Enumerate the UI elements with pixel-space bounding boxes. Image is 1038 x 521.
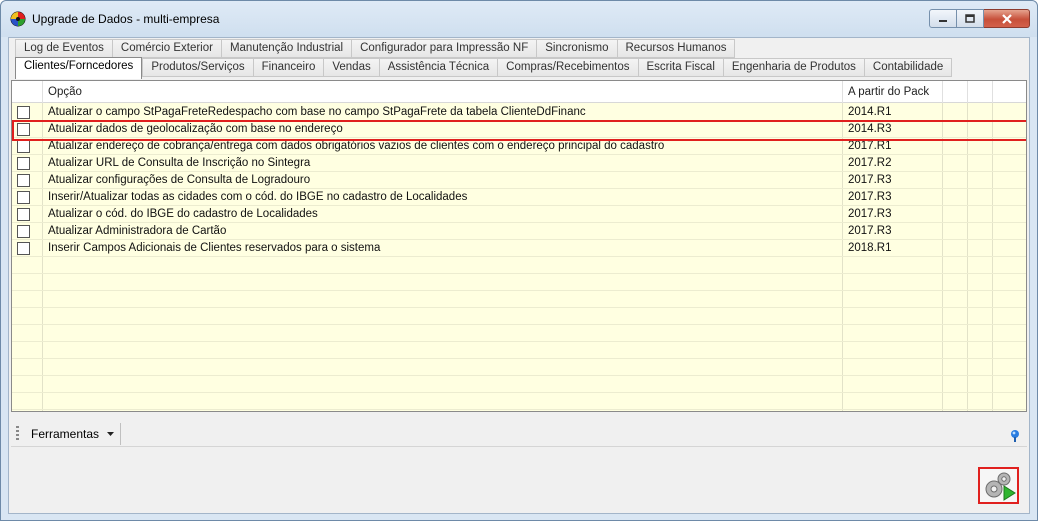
tab-contabilidade[interactable]: Contabilidade [863,58,953,77]
minimize-icon [939,19,947,22]
empty-row [12,393,1026,410]
chevron-down-icon [107,432,115,437]
row-pack-text: 2014.R3 [848,123,892,135]
table-row[interactable]: Atualizar Administradora de Cartão 2017.… [12,223,1026,240]
tab-log-eventos[interactable]: Log de Eventos [15,39,112,58]
gears-run-icon [985,472,1016,501]
tab-compras-recebimentos[interactable]: Compras/Recebimentos [497,58,638,77]
tab-escrita-fiscal[interactable]: Escrita Fiscal [637,58,723,77]
row-checkbox[interactable] [17,123,30,136]
tab-produtos-servicos[interactable]: Produtos/Serviços [142,58,253,77]
table-row[interactable]: Atualizar configurações de Consulta de L… [12,172,1026,189]
header-option[interactable]: Opção [48,86,82,98]
tab-comercio-exterior[interactable]: Comércio Exterior [111,39,221,58]
table-row[interactable]: Inserir Campos Adicionais de Clientes re… [12,240,1026,257]
empty-row [12,325,1026,342]
ferramentas-dropdown[interactable]: Ferramentas [25,423,122,445]
row-option-text: Inserir/Atualizar todas as cidades com o… [48,191,468,203]
row-option-text: Atualizar dados de geolocalização com ba… [48,123,343,135]
table-row[interactable]: Atualizar URL de Consulta de Inscrição n… [12,155,1026,172]
header-divider [992,81,993,103]
table-row[interactable]: Atualizar endereço de cobrança/entrega c… [12,138,1026,155]
tab-row-1: Log de Eventos Comércio Exterior Manuten… [15,39,736,58]
close-icon [1001,13,1012,24]
window-client-area: Log de Eventos Comércio Exterior Manuten… [8,37,1030,514]
header-divider [42,81,43,103]
row-option-text: Atualizar Administradora de Cartão [48,225,227,237]
row-option-text: Atualizar endereço de cobrança/entrega c… [48,140,665,152]
minimize-button[interactable] [929,9,957,28]
tab-engenharia-produtos[interactable]: Engenharia de Produtos [722,58,864,77]
table-row[interactable]: Atualizar o cód. do IBGE do cadastro de … [12,206,1026,223]
header-divider [842,81,843,103]
window-title: Upgrade de Dados - multi-empresa [32,12,220,26]
bottom-toolbar: Ferramentas [11,421,1027,447]
row-checkbox[interactable] [17,106,30,119]
tab-recursos-humanos[interactable]: Recursos Humanos [616,39,736,58]
empty-row [12,376,1026,393]
row-pack-text: 2017.R3 [848,208,892,220]
close-button[interactable] [984,9,1030,28]
maximize-icon [965,14,975,23]
row-pack-text: 2018.R1 [848,242,892,254]
tab-clientes-fornecedores[interactable]: Clientes/Forncedores [15,57,143,79]
row-checkbox[interactable] [17,174,30,187]
tab-row-2: Clientes/Forncedores Produtos/Serviços F… [15,57,953,79]
row-pack-text: 2017.R3 [848,174,892,186]
row-checkbox[interactable] [17,242,30,255]
maximize-button[interactable] [957,9,984,28]
app-icon [10,11,26,27]
row-option-text: Atualizar URL de Consulta de Inscrição n… [48,157,311,169]
empty-row [12,308,1026,325]
toolbar-grip[interactable] [16,426,19,442]
tab-configurador-impressao-nf[interactable]: Configurador para Impressão NF [351,39,537,58]
table-row[interactable]: Atualizar o campo StPagaFreteRedespacho … [12,104,1026,121]
tab-vendas[interactable]: Vendas [323,58,379,77]
tab-financeiro[interactable]: Financeiro [252,58,324,77]
options-grid: Opção A partir do Pack Atualizar o campo… [11,80,1027,412]
title-bar[interactable]: Upgrade de Dados - multi-empresa [1,1,1037,37]
row-option-text: Atualizar o cód. do IBGE do cadastro de … [48,208,318,220]
row-pack-text: 2017.R3 [848,225,892,237]
row-pack-text: 2017.R2 [848,157,892,169]
row-checkbox[interactable] [17,140,30,153]
row-option-text: Atualizar o campo StPagaFreteRedespacho … [48,106,586,118]
grid-header: Opção A partir do Pack [12,81,1026,103]
row-checkbox[interactable] [17,208,30,221]
table-row[interactable]: Inserir/Atualizar todas as cidades com o… [12,189,1026,206]
tab-assistencia-tecnica[interactable]: Assistência Técnica [378,58,498,77]
empty-row [12,342,1026,359]
header-pack[interactable]: A partir do Pack [848,86,929,98]
ferramentas-label: Ferramentas [31,427,100,441]
row-pack-text: 2017.R3 [848,191,892,203]
empty-row [12,359,1026,376]
row-checkbox[interactable] [17,157,30,170]
row-pack-text: 2014.R1 [848,106,892,118]
header-divider [967,81,968,103]
empty-row [12,291,1026,308]
row-checkbox[interactable] [17,191,30,204]
row-checkbox[interactable] [17,225,30,238]
header-divider [942,81,943,103]
run-upgrade-button[interactable] [978,467,1019,504]
tab-manutencao-industrial[interactable]: Manutenção Industrial [220,39,352,58]
row-option-text: Inserir Campos Adicionais de Clientes re… [48,242,381,254]
empty-row [12,274,1026,291]
row-pack-text: 2017.R1 [848,140,892,152]
row-option-text: Atualizar configurações de Consulta de L… [48,174,311,186]
empty-row [12,257,1026,274]
help-icon[interactable] [1008,429,1022,443]
table-row[interactable]: Atualizar dados de geolocalização com ba… [12,121,1026,138]
tab-sincronismo[interactable]: Sincronismo [536,39,617,58]
upgrade-window: Upgrade de Dados - multi-empresa Log de … [0,0,1038,521]
